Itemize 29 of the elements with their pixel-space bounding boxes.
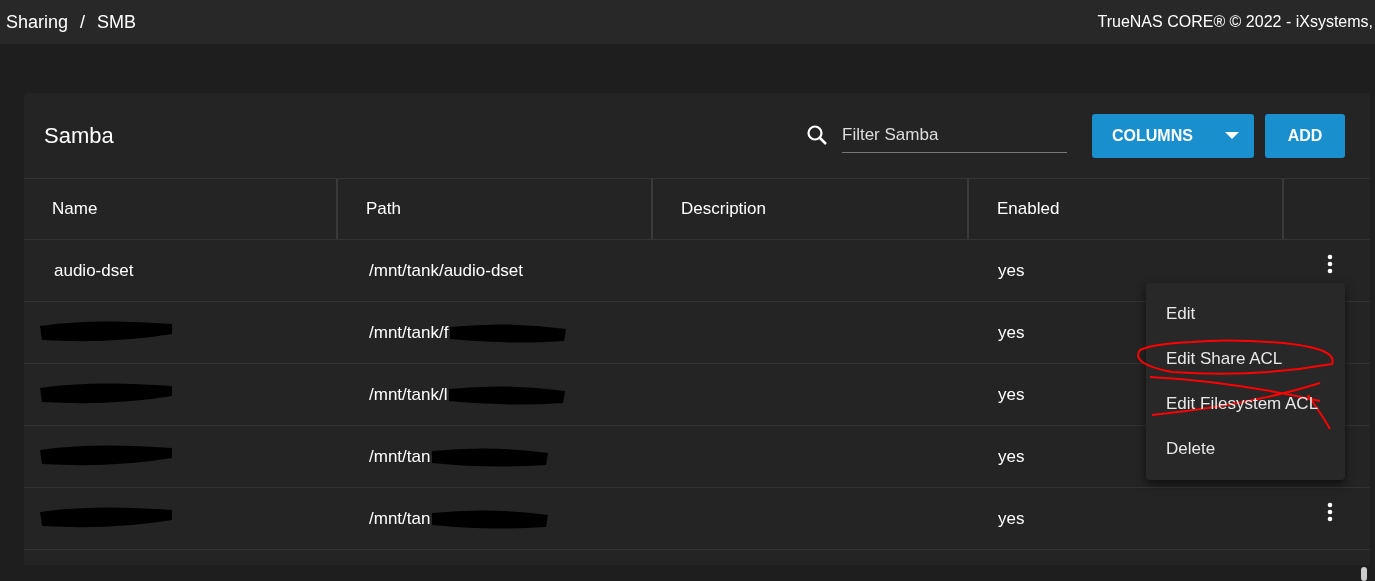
filter-field[interactable]: Filter Samba	[842, 118, 1067, 153]
table-cell: yes	[998, 446, 1025, 466]
table-cell-text: /mnt/tank/l	[369, 383, 448, 406]
scrollbar	[1361, 567, 1367, 581]
columns-dropdown-button[interactable]: COLUMNS	[1092, 113, 1254, 158]
breadcrumb-link[interactable]: Sharing	[6, 8, 69, 36]
table-cell-text: /mnt/tank/f	[369, 321, 449, 344]
add-button[interactable]: ADD	[1265, 113, 1345, 158]
table-cell-text: /mnt/tank/audio-dset	[369, 259, 524, 282]
table-cell-text: /mnt/tan	[369, 507, 431, 530]
more-options-icon[interactable]	[1327, 254, 1333, 274]
caret-icon	[1225, 131, 1239, 140]
table-cell: yes	[998, 508, 1025, 528]
copyright-text: TrueNAS CORE® © 2022 - iXsystems,	[1097, 12, 1374, 32]
menu-item[interactable]: Delete	[1166, 435, 1216, 462]
table-cell: yes	[998, 384, 1025, 404]
column-header[interactable]: Enabled	[969, 179, 1284, 239]
column-header[interactable]: Name	[24, 179, 338, 239]
menu-item[interactable]: Edit	[1166, 300, 1196, 327]
column-header[interactable]: Description	[653, 179, 969, 239]
breadcrumb-separator: /	[80, 10, 86, 34]
table-cell-text: /mnt/tan	[369, 445, 431, 468]
table-cell: yes	[998, 260, 1025, 280]
column-header[interactable]: Path	[338, 179, 653, 239]
more-options-icon[interactable]	[1327, 502, 1333, 522]
card-title: Samba	[44, 122, 114, 150]
table-cell: audio-dset	[54, 260, 134, 280]
breadcrumb-link[interactable]: SMB	[97, 8, 137, 36]
table-cell: yes	[998, 322, 1025, 342]
